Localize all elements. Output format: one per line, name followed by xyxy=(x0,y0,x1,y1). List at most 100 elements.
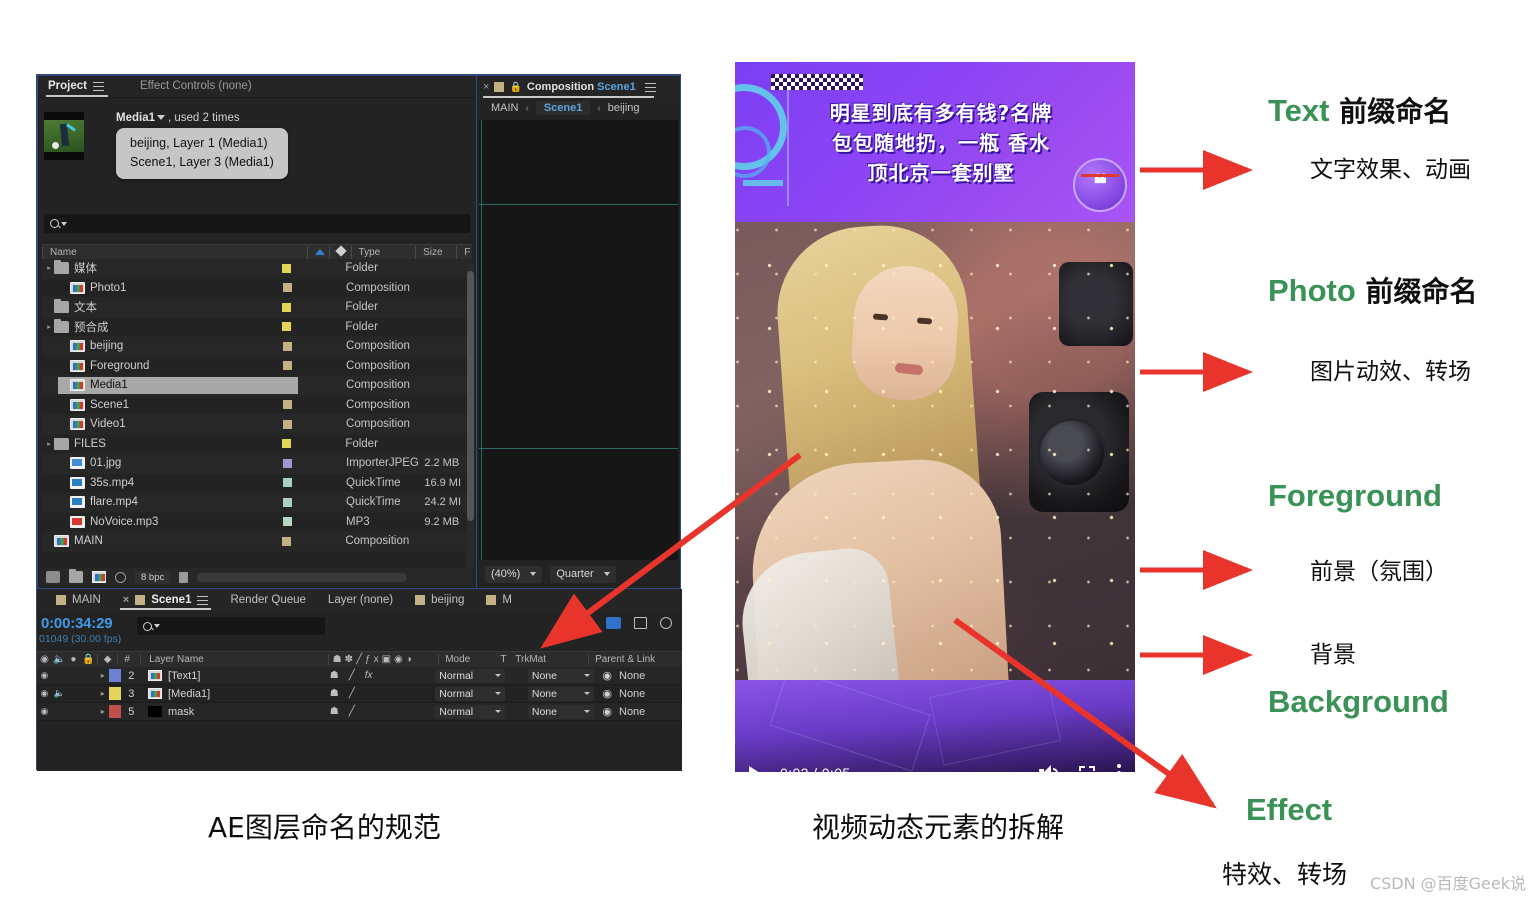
label-color-swatch[interactable] xyxy=(282,322,291,331)
label-color-swatch[interactable] xyxy=(283,400,292,409)
column-header-type[interactable]: Type xyxy=(351,246,416,259)
label-color-swatch[interactable] xyxy=(283,498,292,507)
disclosure-triangle-icon[interactable]: ▸ xyxy=(44,440,54,448)
layer-video-toggle[interactable]: ◉ xyxy=(37,670,52,681)
delete-icon[interactable] xyxy=(179,572,188,583)
layer-transform-switch[interactable]: ╱ xyxy=(349,688,355,699)
bit-depth-chip[interactable]: 8 bpc xyxy=(135,571,170,584)
layer-blend-mode-dropdown[interactable]: Normal xyxy=(435,705,505,719)
project-list-item[interactable]: NoVoice.mp3MP39.2 MB xyxy=(42,513,472,533)
timeline-tab-beijing[interactable]: beijing xyxy=(404,591,475,609)
graph-editor-icon[interactable] xyxy=(660,617,672,629)
layer-effects-switch[interactable]: fx xyxy=(365,670,373,681)
label-color-swatch[interactable] xyxy=(282,303,291,312)
close-icon[interactable]: × xyxy=(123,594,129,606)
zoom-level-dropdown[interactable]: (40%) xyxy=(485,566,542,583)
project-list-item[interactable]: ▸媒体Folder xyxy=(42,259,472,279)
layer-video-toggle[interactable]: ◉ xyxy=(37,688,52,699)
resolution-dropdown[interactable]: Quarter xyxy=(550,566,615,583)
project-list-item[interactable]: 文本Folder xyxy=(42,298,472,318)
project-list-item[interactable]: 01.jpgImporterJPEG2.2 MB xyxy=(42,454,472,474)
layer-trkmat-dropdown[interactable]: None xyxy=(528,669,594,683)
project-list-item[interactable]: Media1Composition xyxy=(42,376,472,396)
composition-panel-menu-icon[interactable] xyxy=(645,83,656,92)
layer-disclosure-icon[interactable]: ▸ xyxy=(96,671,109,680)
label-color-swatch[interactable] xyxy=(283,342,292,351)
layer-trkmat-dropdown[interactable]: None xyxy=(528,705,594,719)
render-toggle-icon[interactable] xyxy=(115,572,126,583)
column-header-name[interactable]: Name xyxy=(42,246,307,259)
layer-transform-switch[interactable]: ╱ xyxy=(349,706,355,717)
column-header-f[interactable]: F xyxy=(456,246,472,259)
fullscreen-icon[interactable] xyxy=(1079,766,1095,772)
layer-disclosure-icon[interactable]: ▸ xyxy=(96,689,109,698)
frame-blending-icon[interactable] xyxy=(606,617,621,629)
tab-effect-controls[interactable]: Effect Controls (none) xyxy=(112,77,260,96)
layer-label-color[interactable] xyxy=(109,669,121,682)
label-color-swatch[interactable] xyxy=(283,517,292,526)
layer-blend-mode-dropdown[interactable]: Normal xyxy=(435,669,505,683)
disclosure-triangle-icon[interactable]: ▸ xyxy=(44,323,54,331)
layer-3d-switch[interactable]: ☗ xyxy=(330,670,339,681)
layer-label-color[interactable] xyxy=(109,705,121,718)
timeline-layer-row[interactable]: ◉▸2[Text1]☗╱fxNormalNone◉None xyxy=(37,667,682,685)
layer-label-color[interactable] xyxy=(109,687,121,700)
timeline-search-input[interactable] xyxy=(137,617,325,635)
timeline-panel-menu-icon[interactable] xyxy=(197,596,208,605)
parent-pickwhip-icon[interactable]: ◉ xyxy=(602,705,612,718)
layer-video-toggle[interactable]: ◉ xyxy=(37,706,52,717)
layer-blend-mode-dropdown[interactable]: Normal xyxy=(435,687,505,701)
timeline-layer-row[interactable]: ◉▸5mask☗╱NormalNone◉None xyxy=(37,703,682,721)
motion-blur-icon[interactable] xyxy=(634,617,647,629)
new-folder-icon[interactable] xyxy=(69,571,83,583)
timeline-layer-row[interactable]: ◉🔈▸3[Media1]☗╱NormalNone◉None xyxy=(37,685,682,703)
close-icon[interactable]: × xyxy=(483,81,489,93)
project-list-item[interactable]: flare.mp4QuickTime24.2 MI xyxy=(42,493,472,513)
project-list-item[interactable]: beijingComposition xyxy=(42,337,472,357)
lock-icon[interactable]: 🔒 xyxy=(509,82,521,93)
breadcrumb-main[interactable]: MAIN xyxy=(491,102,519,114)
project-vertical-scrollbar[interactable] xyxy=(467,261,474,571)
label-color-swatch[interactable] xyxy=(283,459,292,468)
project-search-input[interactable] xyxy=(44,214,470,233)
layer-audio-toggle[interactable]: 🔈 xyxy=(52,688,67,699)
project-list-item[interactable]: Video1Composition xyxy=(42,415,472,435)
parent-pickwhip-icon[interactable]: ◉ xyxy=(602,669,612,682)
panel-menu-icon[interactable] xyxy=(93,82,104,91)
label-color-swatch[interactable] xyxy=(283,420,292,429)
more-options-icon[interactable] xyxy=(1117,764,1121,772)
layer-transform-switch[interactable]: ╱ xyxy=(349,670,355,681)
label-color-swatch[interactable] xyxy=(283,361,292,370)
new-comp-icon[interactable] xyxy=(46,571,60,583)
tab-project[interactable]: Project xyxy=(42,77,112,96)
disclosure-triangle-icon[interactable]: ▸ xyxy=(44,264,54,272)
timeline-tab-main[interactable]: MAIN xyxy=(45,591,112,609)
column-header-size[interactable]: Size xyxy=(415,246,456,259)
label-color-swatch[interactable] xyxy=(283,283,292,292)
project-list-item[interactable]: 35s.mp4QuickTime16.9 MI xyxy=(42,474,472,494)
project-list-item[interactable]: Scene1Composition xyxy=(42,396,472,416)
shy-layers-icon[interactable] xyxy=(579,617,593,629)
timeline-tab-m[interactable]: M xyxy=(475,591,523,609)
breadcrumb-scene1[interactable]: Scene1 xyxy=(536,101,591,115)
timecode-display[interactable]: 0:00:34:29 xyxy=(41,615,112,632)
project-list-item[interactable]: Photo1Composition xyxy=(42,279,472,299)
layer-trkmat-dropdown[interactable]: None xyxy=(528,687,594,701)
layer-3d-switch[interactable]: ☗ xyxy=(330,688,339,699)
breadcrumb-beijing[interactable]: beijing xyxy=(608,102,640,114)
label-color-swatch[interactable] xyxy=(282,264,291,273)
project-list-item[interactable]: ▸预合成Folder xyxy=(42,318,472,338)
layer-disclosure-icon[interactable]: ▸ xyxy=(96,707,109,716)
label-color-swatch[interactable] xyxy=(282,439,291,448)
project-horizontal-scrollbar[interactable] xyxy=(197,573,407,582)
play-button[interactable] xyxy=(749,766,760,772)
label-color-swatch[interactable] xyxy=(283,478,292,487)
composition-canvas[interactable] xyxy=(479,120,678,560)
label-color-swatch[interactable] xyxy=(282,537,291,546)
parent-pickwhip-icon[interactable]: ◉ xyxy=(602,687,612,700)
chevron-down-icon[interactable] xyxy=(157,115,165,120)
layer-3d-switch[interactable]: ☗ xyxy=(330,706,339,717)
project-list-item[interactable]: MAINComposition xyxy=(42,532,472,552)
project-list-item[interactable]: ForegroundComposition xyxy=(42,357,472,377)
timeline-tab-layer[interactable]: Layer (none) xyxy=(317,591,404,609)
